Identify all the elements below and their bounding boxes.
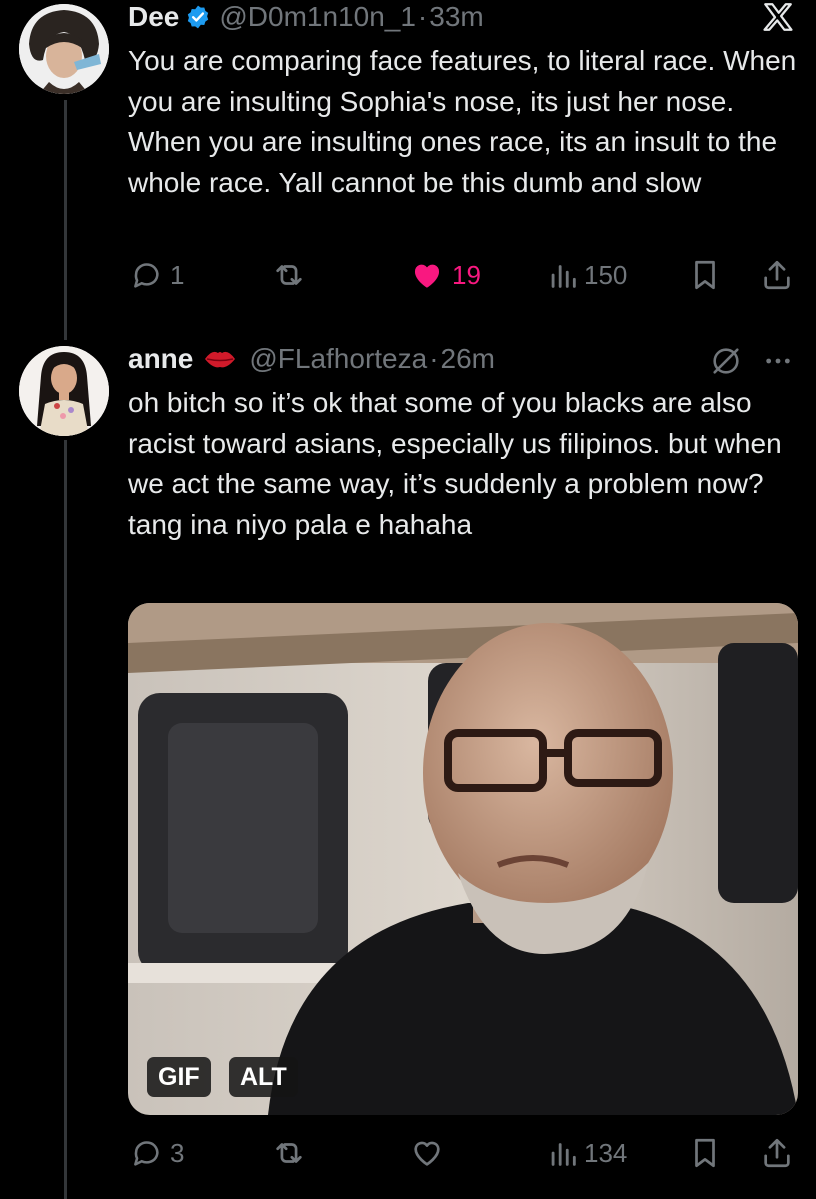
author-name[interactable]: Dee [128,0,179,34]
repost-icon [270,258,308,292]
heart-icon [408,1136,446,1170]
alt-text-button[interactable]: ALT [229,1057,298,1097]
timestamp[interactable]: 33m [429,0,483,34]
tweet-text: oh bitch so it’s ok that some of you bla… [128,387,782,540]
tweet-actions: 1 19 150 [128,258,798,294]
author-handle[interactable]: @FLafhorteza [249,342,427,376]
like-button[interactable]: 19 [408,258,481,292]
reply-count: 1 [170,259,185,290]
grok-icon[interactable] [708,344,744,383]
share-button[interactable] [760,258,794,292]
bookmark-icon [690,1136,720,1170]
like-count: 19 [452,259,481,290]
separator-dot: · [429,343,439,374]
reply-icon [128,258,164,292]
tweet-header: Dee @D0m1n10n_1 · 33m [128,0,484,34]
analytics-icon [548,258,578,292]
views-button[interactable]: 150 [548,258,627,292]
bookmark-button[interactable] [690,258,720,292]
avatar[interactable] [19,346,109,436]
repost-icon [270,1136,308,1170]
author-handle[interactable]: @D0m1n10n_1 [219,0,416,34]
reply-count: 3 [170,1137,185,1168]
gif-frame [128,603,798,1115]
like-button[interactable] [408,1136,446,1170]
repost-button[interactable] [270,258,308,292]
tweet-text: You are comparing face features, to lite… [128,45,797,198]
repost-button[interactable] [270,1136,308,1170]
gif-media[interactable] [128,603,798,1115]
tweet-header: anne @FLafhorteza · 26m [128,342,495,376]
heart-icon [408,258,446,292]
tweet-actions: 3 134 [128,1136,798,1172]
view-count: 134 [584,1137,628,1168]
verified-badge-icon [185,4,211,30]
author-name[interactable]: anne [128,342,193,376]
more-options-icon[interactable] [762,344,794,383]
timestamp[interactable]: 26m [441,342,495,376]
share-button[interactable] [760,1136,794,1170]
bookmark-button[interactable] [690,1136,720,1170]
avatar[interactable] [19,4,109,94]
reply-button[interactable]: 1 [128,258,184,292]
thread-line [64,440,67,1199]
analytics-icon [548,1136,578,1170]
views-button[interactable]: 134 [548,1136,627,1170]
gif-badge: GIF [147,1057,211,1097]
reply-button[interactable]: 3 [128,1136,184,1170]
share-icon [760,1136,794,1170]
thread-line [64,100,67,340]
separator-dot: · [417,1,428,32]
share-icon [760,258,794,292]
x-logo-icon [760,0,796,39]
bookmark-icon [690,258,720,292]
reply-icon [128,1136,164,1170]
lips-kiss-icon [203,347,237,371]
view-count: 150 [584,259,628,290]
